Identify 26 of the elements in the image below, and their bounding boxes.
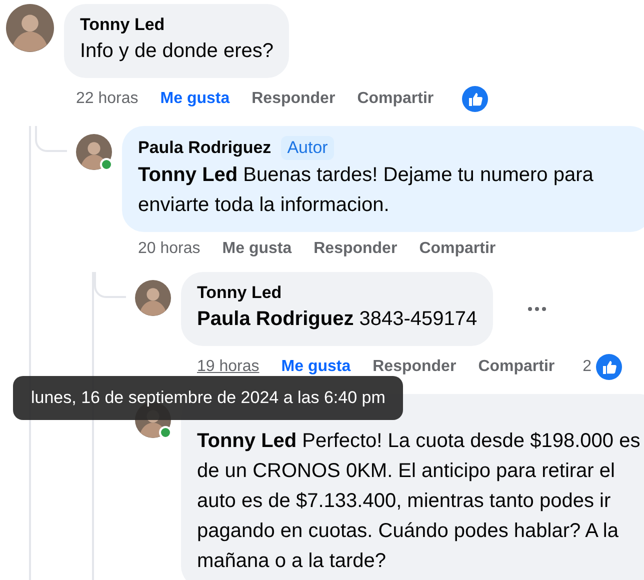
reaction-count[interactable]: 2 [582,358,592,376]
comment-text: Info y de donde eres? [80,39,274,64]
author-badge: Autor [281,136,334,160]
comment-time[interactable]: 22 horas [76,90,138,108]
comment-time[interactable]: 20 horas [138,240,200,258]
reply-link[interactable]: Responder [314,240,398,258]
author-name[interactable]: Paula Rodriguez [138,138,272,158]
reply-link[interactable]: Responder [372,358,456,376]
share-link[interactable]: Compartir [478,358,555,376]
like-reaction-icon[interactable] [462,86,488,112]
timestamp-tooltip: lunes, 16 de septiembre de 2024 a las 6:40 pm [13,376,404,420]
like-link[interactable]: Me gusta [281,358,351,376]
share-link[interactable]: Compartir [419,240,496,258]
author-name[interactable]: Tonny Led [197,283,282,303]
like-link[interactable]: Me gusta [160,90,230,108]
like-reaction-icon[interactable] [596,354,622,380]
comment-text: Paula Rodriguez 3843-459174 [197,307,478,332]
thread-connector-line [35,126,67,152]
comment-time[interactable]: 19 horas [197,358,260,376]
author-name[interactable]: Tonny Led [80,15,165,35]
comment-text: Tonny Led Buenas tardes! Dejame tu numero para enviarte toda la informacion. [138,163,594,218]
comment-text: Tonny Led Perfecto! La cuota desde $198.000 es de un CRONOS 0KM. El anticipo para retirar el auto es de $7.133.400, mientras tanto podes ir pagando en cuotas. Cuándo podes hablar? A la mañana o a la tarde? [197,429,642,574]
reply-link[interactable]: Responder [252,90,336,108]
more-options-icon[interactable] [527,306,548,312]
like-link[interactable]: Me gusta [222,240,292,258]
share-link[interactable]: Compartir [357,90,434,108]
